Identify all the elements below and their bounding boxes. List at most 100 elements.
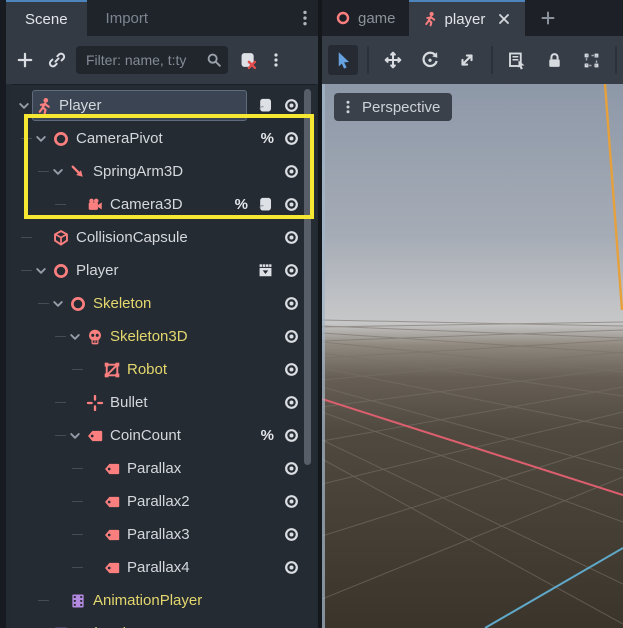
- animation-tree-icon: [52, 625, 70, 628]
- tree-row[interactable]: Camera3D%: [12, 188, 316, 221]
- tab-game-label: game: [358, 10, 396, 27]
- node-label: Skeleton: [93, 295, 151, 312]
- unique-name-badge[interactable]: %: [235, 196, 248, 213]
- scene-dock-toolbar: [6, 36, 318, 84]
- close-tab-icon[interactable]: [496, 11, 512, 27]
- visibility-eye-icon[interactable]: [283, 163, 300, 180]
- animation-player-icon: [69, 592, 87, 610]
- chevron-down-icon[interactable]: [67, 329, 83, 345]
- rotate-tool-button[interactable]: [415, 45, 445, 75]
- tree-row[interactable]: CameraPivot%: [12, 122, 316, 155]
- list-select-tool-button[interactable]: [502, 45, 532, 75]
- tab-import[interactable]: Import: [87, 0, 168, 36]
- tree-row[interactable]: Parallax2: [12, 485, 316, 518]
- add-node-button[interactable]: [12, 47, 38, 73]
- visibility-eye-icon[interactable]: [283, 427, 300, 444]
- select-tool-button[interactable]: [328, 45, 358, 75]
- unique-name-badge[interactable]: %: [261, 130, 274, 147]
- group-selected-icon[interactable]: [576, 45, 606, 75]
- instanced-scene-icon[interactable]: [257, 262, 274, 279]
- tree-indent: [12, 188, 67, 221]
- visibility-eye-icon[interactable]: [283, 196, 300, 213]
- tree-row[interactable]: Skeleton: [12, 287, 316, 320]
- chevron-down-icon[interactable]: [67, 428, 83, 444]
- scene-dock: Scene Import: [0, 0, 318, 628]
- node-label: Skeleton3D: [110, 328, 188, 345]
- tree-row[interactable]: Player: [12, 89, 316, 122]
- row-badges: [283, 320, 300, 353]
- visibility-eye-icon[interactable]: [283, 130, 300, 147]
- unique-name-badge[interactable]: %: [261, 427, 274, 444]
- tree-row[interactable]: Player: [12, 254, 316, 287]
- visibility-eye-icon[interactable]: [283, 493, 300, 510]
- chevron-down-icon[interactable]: [33, 131, 49, 147]
- node-label: Player: [76, 262, 119, 279]
- spring-arm-3d-icon: [69, 163, 87, 181]
- node3d-icon: [335, 10, 351, 26]
- tree-row[interactable]: Bullet: [12, 386, 316, 419]
- dock-menu-icon[interactable]: [296, 9, 314, 27]
- tree-row[interactable]: Robot: [12, 353, 316, 386]
- script-icon[interactable]: [257, 196, 274, 213]
- row-badges: %: [261, 419, 300, 452]
- chevron-down-icon[interactable]: [50, 296, 66, 312]
- row-badges: [283, 155, 300, 188]
- view-menu-icon[interactable]: [342, 99, 354, 115]
- tree-row[interactable]: Parallax: [12, 452, 316, 485]
- scene-tree-menu-icon[interactable]: [266, 47, 286, 73]
- visibility-eye-icon[interactable]: [283, 460, 300, 477]
- detach-script-icon[interactable]: [234, 47, 260, 73]
- visibility-eye-icon[interactable]: [283, 295, 300, 312]
- tree-row[interactable]: CollisionCapsule: [12, 221, 316, 254]
- chevron-spacer: [33, 230, 49, 246]
- tree-scrollbar[interactable]: [304, 89, 311, 465]
- tree-indent: [12, 221, 33, 254]
- node-label: CameraPivot: [76, 130, 163, 147]
- chevron-down-icon[interactable]: [33, 263, 49, 279]
- lock-icon[interactable]: [539, 45, 569, 75]
- tree-row[interactable]: AnimationTree: [12, 617, 316, 628]
- tree-indent: [12, 617, 33, 628]
- node-label: SpringArm3D: [93, 163, 183, 180]
- perspective-button[interactable]: Perspective: [334, 93, 452, 121]
- skeleton-3d-icon: [86, 328, 104, 346]
- node-3d-icon: [52, 130, 70, 148]
- tree-indent: [12, 287, 50, 320]
- visibility-eye-icon[interactable]: [283, 97, 300, 114]
- tab-scene[interactable]: Scene: [6, 0, 87, 36]
- new-scene-tab-button[interactable]: [533, 0, 563, 36]
- row-badges: [283, 485, 300, 518]
- script-icon[interactable]: [257, 97, 274, 114]
- tab-player[interactable]: player: [409, 0, 526, 36]
- row-badges: [283, 386, 300, 419]
- tree-row[interactable]: Skeleton3D: [12, 320, 316, 353]
- tab-import-label: Import: [106, 10, 149, 27]
- label-3d-icon: [103, 493, 121, 511]
- row-badges: [283, 287, 300, 320]
- visibility-eye-icon[interactable]: [283, 328, 300, 345]
- tree-row[interactable]: SpringArm3D: [12, 155, 316, 188]
- chevron-down-icon[interactable]: [16, 98, 32, 114]
- tree-indent: [12, 551, 84, 584]
- scale-tool-button[interactable]: [452, 45, 482, 75]
- move-tool-button[interactable]: [378, 45, 408, 75]
- instance-scene-link-icon[interactable]: [44, 47, 70, 73]
- visibility-eye-icon[interactable]: [283, 262, 300, 279]
- label-3d-icon: [103, 460, 121, 478]
- tree-row[interactable]: Parallax4: [12, 551, 316, 584]
- visibility-eye-icon[interactable]: [283, 229, 300, 246]
- chevron-down-icon[interactable]: [50, 164, 66, 180]
- tree-row[interactable]: CoinCount%: [12, 419, 316, 452]
- node-label: Robot: [127, 361, 167, 378]
- visibility-eye-icon[interactable]: [283, 394, 300, 411]
- visibility-eye-icon[interactable]: [283, 526, 300, 543]
- visibility-eye-icon[interactable]: [283, 361, 300, 378]
- tree-row[interactable]: Parallax3: [12, 518, 316, 551]
- visibility-eye-icon[interactable]: [283, 559, 300, 576]
- viewport-3d[interactable]: Perspective: [322, 84, 623, 628]
- tree-indent: [12, 584, 50, 617]
- node-label: CoinCount: [110, 427, 181, 444]
- tree-row[interactable]: AnimationPlayer: [12, 584, 316, 617]
- tab-game[interactable]: game: [322, 0, 409, 36]
- chevron-spacer: [84, 362, 100, 378]
